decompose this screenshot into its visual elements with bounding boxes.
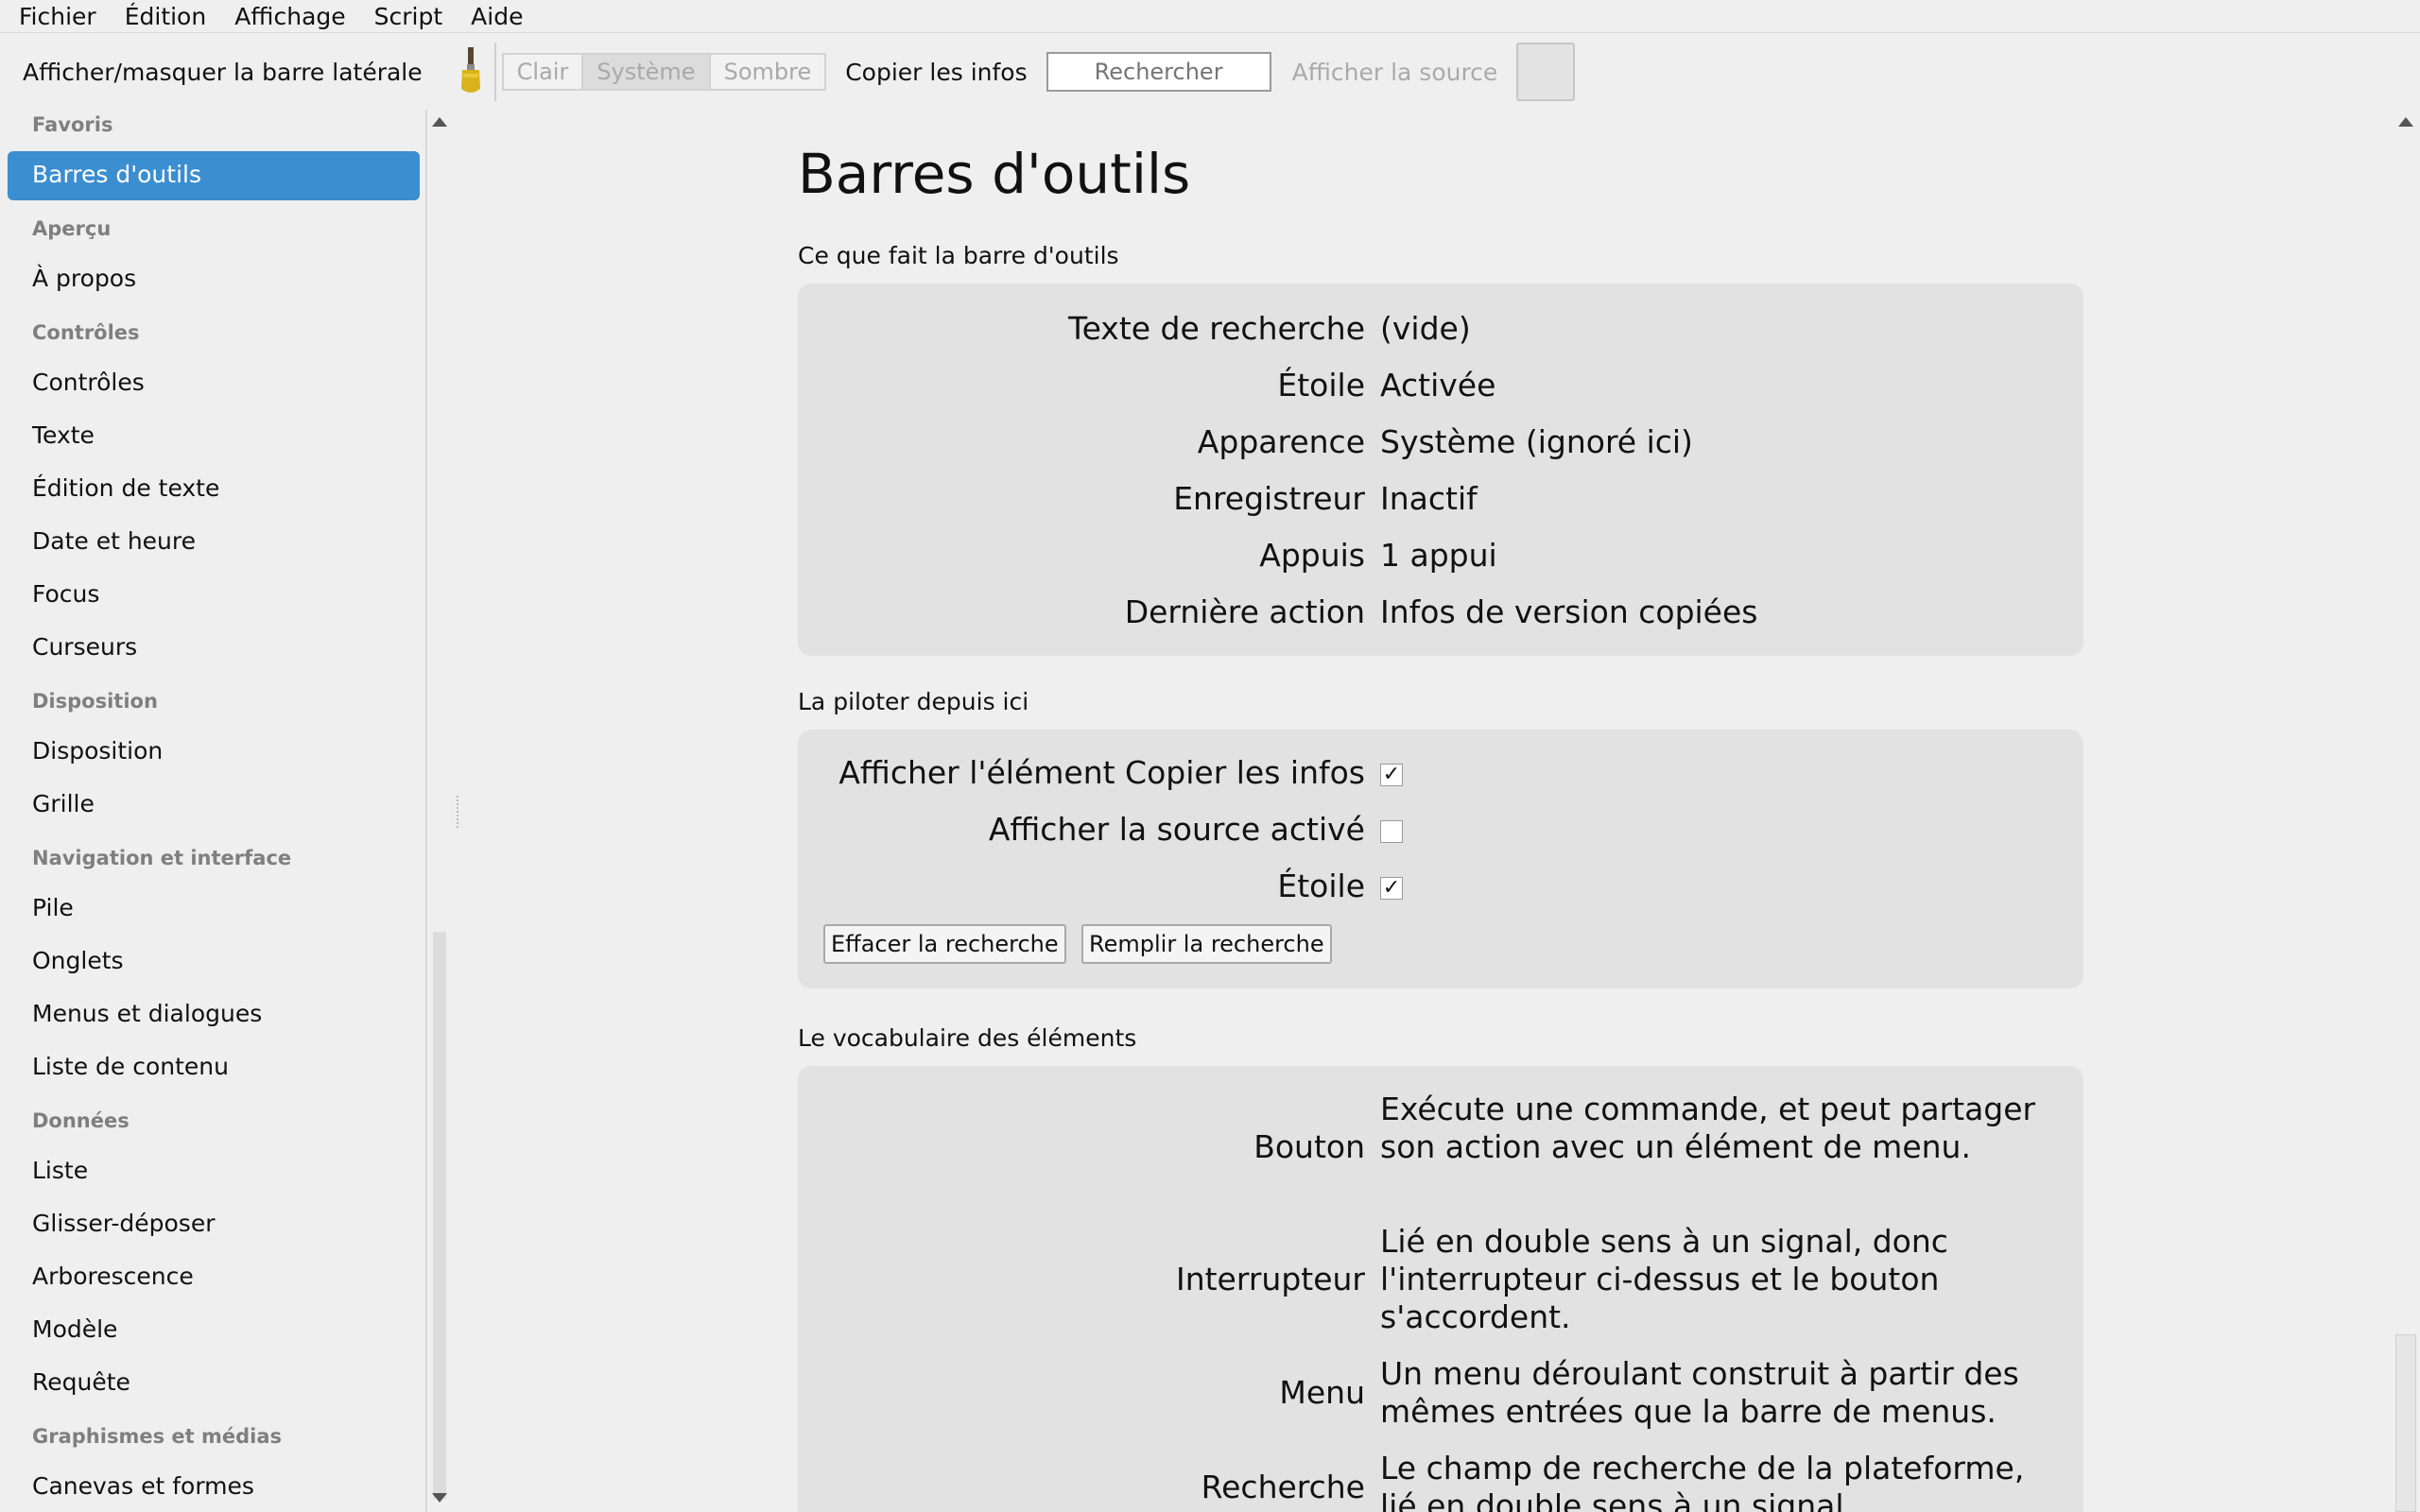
sidebar-section-controles: Contrôles	[32, 321, 140, 344]
main-content: Barres d'outils Ce que fait la barre d'o…	[463, 110, 2392, 1512]
clear-search-button[interactable]: Effacer la recherche	[823, 924, 1066, 964]
status-section-title: Ce que fait la barre d'outils	[798, 242, 1119, 269]
vocab-label-button: Bouton	[1253, 1128, 1365, 1165]
sidebar-section-favoris: Favoris	[32, 113, 113, 136]
sidebar-section-apercu: Aperçu	[32, 217, 112, 240]
vocab-label-menu: Menu	[1279, 1374, 1365, 1411]
status-label-search: Texte de recherche	[1068, 310, 1365, 347]
toolbar: Afficher/masquer la barre latérale Clair…	[0, 34, 2420, 110]
status-value-star: Activée	[1380, 367, 1496, 404]
sidebar-item-grille[interactable]: Grille	[32, 790, 95, 817]
status-label-presses: Appuis	[1259, 537, 1365, 574]
toggle-sidebar-button[interactable]: Afficher/masquer la barre latérale	[23, 59, 423, 86]
sidebar-item-focus[interactable]: Focus	[32, 580, 99, 608]
vocab-label-switch: Interrupteur	[1175, 1261, 1365, 1297]
sidebar-item-date-heure[interactable]: Date et heure	[32, 527, 196, 555]
pane-resize-handle[interactable]	[457, 796, 460, 828]
check-label-star: Étoile	[1277, 868, 1365, 904]
sidebar-item-curseurs[interactable]: Curseurs	[32, 633, 137, 661]
paintbrush-icon-graphic	[460, 47, 480, 93]
vocab-desc-button: Exécute une commande, et peut partager s…	[1380, 1091, 2036, 1165]
vocab-panel: Bouton Exécute une commande, et peut par…	[798, 1066, 2083, 1512]
check-label-show-source: Afficher la source activé	[988, 811, 1365, 848]
sidebar-item-onglets[interactable]: Onglets	[32, 947, 124, 974]
vocab-section-title: Le vocabulaire des éléments	[798, 1024, 1137, 1052]
sidebar: Favoris Barres d'outils Aperçu À propos …	[0, 110, 427, 1512]
sidebar-item-arborescence[interactable]: Arborescence	[32, 1263, 194, 1290]
main-scrollbar[interactable]	[2392, 110, 2420, 1512]
sidebar-item-requete[interactable]: Requête	[32, 1368, 130, 1396]
sidebar-item-liste-contenu[interactable]: Liste de contenu	[32, 1053, 229, 1080]
menu-fichier[interactable]: Fichier	[0, 3, 110, 30]
sidebar-item-label: Barres d'outils	[32, 161, 201, 188]
sidebar-item-modele[interactable]: Modèle	[32, 1315, 117, 1343]
scroll-up-arrow-icon[interactable]	[432, 117, 447, 127]
menu-script[interactable]: Script	[359, 3, 457, 30]
check-label-copy-info: Afficher l'élément Copier les infos	[838, 754, 1365, 791]
toolbar-separator	[493, 43, 496, 101]
status-label-star: Étoile	[1277, 367, 1365, 404]
status-label-recorder: Enregistreur	[1173, 480, 1365, 517]
status-panel: Texte de recherche (vide) Étoile Activée…	[798, 284, 2083, 656]
status-value-search: (vide)	[1380, 310, 1471, 347]
show-source-button[interactable]: Afficher la source	[1292, 59, 1498, 86]
vocab-desc-search: Le champ de recherche de la plateforme, …	[1380, 1450, 2025, 1512]
star-toggle-button[interactable]	[1516, 43, 1576, 101]
main-scroll-up-arrow-icon[interactable]	[2398, 117, 2413, 127]
control-section-title: La piloter depuis ici	[798, 688, 1029, 715]
fill-search-button[interactable]: Remplir la recherche	[1081, 924, 1332, 964]
sidebar-section-navigation: Navigation et interface	[32, 847, 292, 869]
sidebar-item-controles[interactable]: Contrôles	[32, 369, 145, 396]
menu-bar: Fichier Édition Affichage Script Aide	[0, 0, 2420, 33]
menu-affichage[interactable]: Affichage	[219, 3, 358, 30]
main-scrollbar-thumb[interactable]	[2395, 1334, 2416, 1512]
status-value-recorder: Inactif	[1380, 480, 1478, 517]
sidebar-item-glisser-deposer[interactable]: Glisser-déposer	[32, 1210, 216, 1237]
page-title: Barres d'outils	[798, 142, 1191, 206]
appearance-dark-button[interactable]: Sombre	[710, 53, 827, 91]
paintbrush-icon[interactable]	[457, 45, 485, 98]
show-copy-info-checkbox[interactable]: ✓	[1380, 764, 1403, 786]
status-value-last-action: Infos de version copiées	[1380, 593, 1758, 630]
appearance-system-button[interactable]: Système	[583, 53, 711, 91]
sidebar-item-disposition[interactable]: Disposition	[32, 737, 163, 765]
status-label-appearance: Apparence	[1197, 423, 1365, 460]
sidebar-section-disposition: Disposition	[32, 690, 158, 713]
sidebar-item-texte[interactable]: Texte	[32, 421, 95, 449]
sidebar-item-a-propos[interactable]: À propos	[32, 265, 136, 292]
vocab-label-search: Recherche	[1201, 1469, 1365, 1505]
sidebar-item-edition-texte[interactable]: Édition de texte	[32, 474, 219, 502]
menu-aide[interactable]: Aide	[456, 3, 536, 30]
show-source-checkbox[interactable]	[1380, 820, 1403, 843]
status-value-presses: 1 appui	[1380, 537, 1497, 574]
appearance-segmented-control: Clair Système Sombre	[501, 53, 827, 91]
sidebar-item-barres-outils[interactable]: Barres d'outils	[8, 151, 420, 200]
status-value-appearance: Système (ignoré ici)	[1380, 423, 1693, 460]
sidebar-scrollbar-thumb[interactable]	[433, 932, 446, 1499]
search-input[interactable]	[1046, 52, 1271, 92]
sidebar-scrollbar[interactable]	[427, 110, 452, 1512]
sidebar-item-liste[interactable]: Liste	[32, 1157, 88, 1184]
sidebar-section-graphismes: Graphismes et médias	[32, 1425, 282, 1448]
control-panel: Afficher l'élément Copier les infos ✓ Af…	[798, 730, 2083, 988]
copy-info-button[interactable]: Copier les infos	[845, 59, 1027, 86]
status-label-last-action: Dernière action	[1124, 593, 1365, 630]
vocab-desc-menu: Un menu déroulant construit à partir des…	[1380, 1355, 2019, 1430]
sidebar-item-canevas-formes[interactable]: Canevas et formes	[32, 1472, 254, 1500]
appearance-light-button[interactable]: Clair	[501, 53, 584, 91]
star-checkbox[interactable]: ✓	[1380, 877, 1403, 900]
menu-edition[interactable]: Édition	[110, 3, 220, 30]
sidebar-item-pile[interactable]: Pile	[32, 894, 74, 921]
scroll-down-arrow-icon[interactable]	[432, 1493, 447, 1503]
sidebar-item-menus-dialogues[interactable]: Menus et dialogues	[32, 1000, 262, 1027]
sidebar-section-donnees: Données	[32, 1109, 130, 1132]
vocab-desc-switch: Lié en double sens à un signal, donc l'i…	[1380, 1223, 1948, 1335]
